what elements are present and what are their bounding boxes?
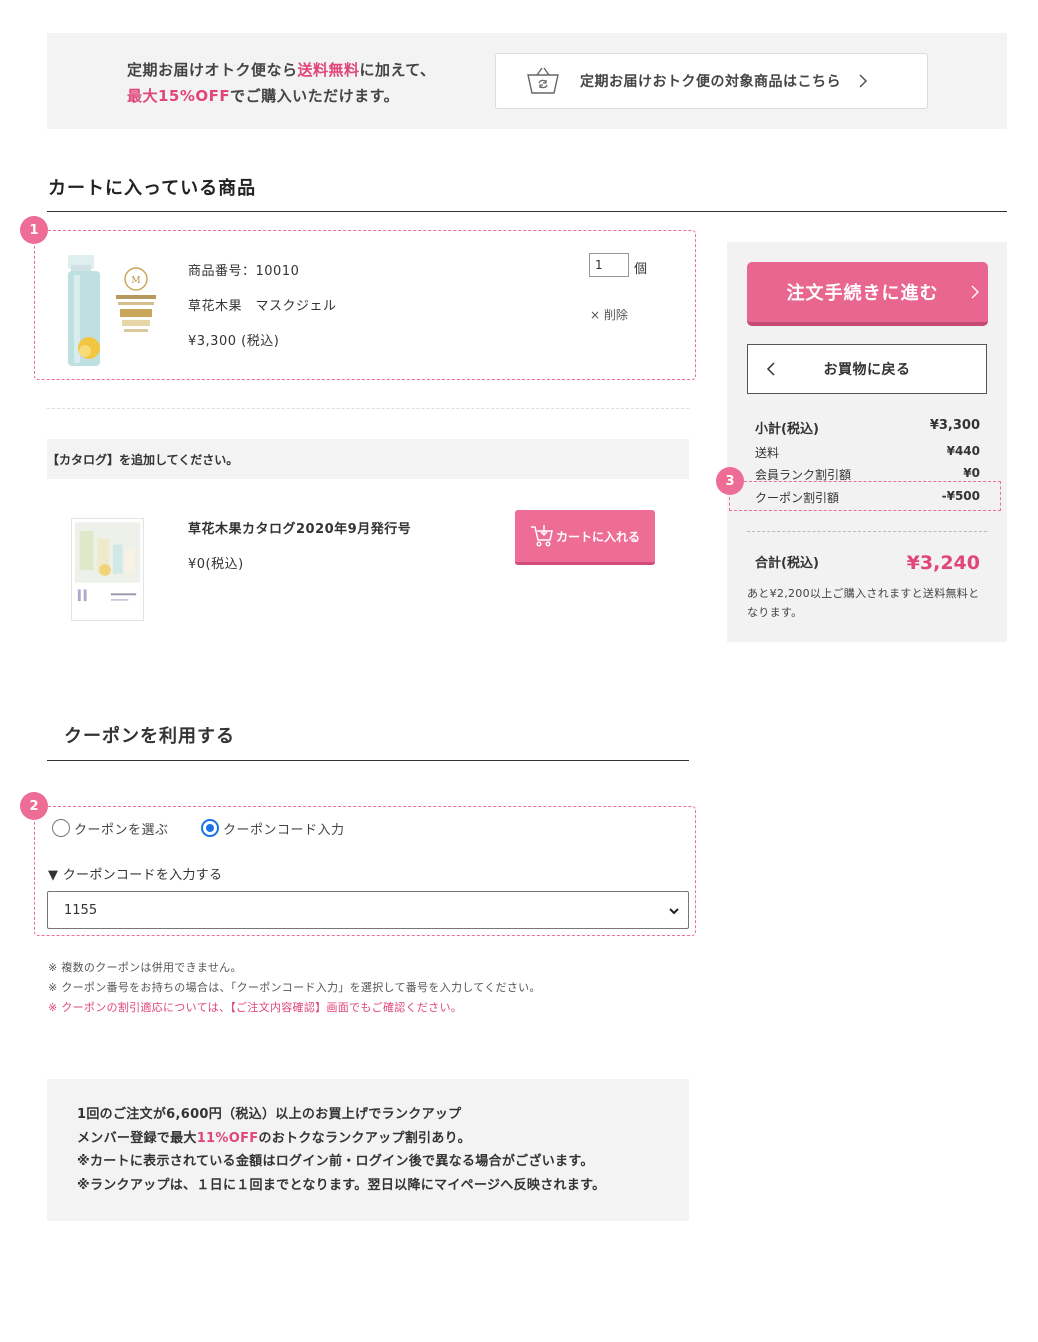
radio-select-coupon-label[interactable]: クーポンを選ぶ [74,819,169,838]
continue-shopping-button[interactable]: お買物に戻る [747,344,987,394]
add-to-cart-button[interactable]: カートに入れる [515,510,655,565]
coupon-discount-value: -¥500 [941,489,980,503]
item-divider [47,408,689,409]
rank-line-2a: メンバー登録で最大 [77,1130,197,1146]
radio-coupon-code[interactable] [201,819,219,837]
annotation-marker-1: 1 [20,216,48,244]
coupon-discount-label: クーポン割引額 [755,491,840,505]
coupon-note-1: ※ 複数のクーポンは併用できません。 [48,961,242,974]
proceed-to-checkout-button[interactable]: 注文手続きに進む [747,262,988,326]
catalog-header-text: 【カタログ】を追加してください。 [47,453,239,467]
annotation-marker-2: 2 [20,792,48,820]
coupon-title: クーポンを利用する [64,726,235,747]
product-number: 商品番号：10010 [188,264,300,279]
promo-line2-text: でご購入いただけます。 [230,87,400,105]
basket-icon [527,67,559,94]
catalog-price: ¥0(税込) [188,557,244,572]
promo-line1-end: に加えて、 [359,61,436,79]
rank-line-2c: のおトクなランクアップ割引あり。 [258,1130,471,1146]
shipping-value: ¥440 [946,444,980,458]
subtotal-row: 小計(税込) ¥3,300 [755,418,980,437]
product-image: M [68,255,156,366]
continue-shopping-label: お買物に戻る [823,362,911,378]
shipping-label: 送料 [755,446,780,460]
promo-line1-text: 定期お届けオトク便なら [127,61,298,79]
radio-coupon-code-label[interactable]: クーポンコード入力 [223,819,345,838]
rank-line-4: ※ランクアップは、１日に１回までとなります。翌日以降にマイページへ反映されます。 [77,1177,606,1193]
subscription-products-link[interactable]: 定期お届けおトク便の対象商品はこちら [495,53,928,109]
promo-discount: 最大15%OFF [127,87,231,105]
coupon-note-2: ※ クーポン番号をお持ちの場合は、「クーポンコード入力」を選択して番号を入力して… [48,981,541,994]
product-name[interactable]: 草花木果 マスクジェル [188,295,337,314]
coupon-title-divider [47,760,689,761]
subtotal-value: ¥3,300 [929,418,980,433]
catalog-header: 【カタログ】を追加してください。 [47,439,689,479]
chevron-right-icon [859,74,868,88]
coupon-note-3: ※ クーポンの割引適応については、【ご注文内容確認】画面でもご確認ください。 [48,1001,463,1014]
subscription-link-label: 定期お届けおトク便の対象商品はこちら [580,74,841,90]
subtotal-label: 小計(税込) [755,422,819,437]
free-shipping-note: あと¥2,200以上ご購入されますと送料無料となります。 [747,587,980,619]
chevron-right-icon [971,285,979,299]
coupon-notes: ※ 複数のクーポンは併用できません。 ※ クーポン番号をお持ちの場合は、「クーポ… [48,958,541,1018]
coupon-code-label: ▼ クーポンコードを入力する [48,868,223,883]
summary-divider [747,531,987,532]
rank-up-text: 1回のご注文が6,600円（税込）以上のお買上げでランクアップ メンバー登録で最… [77,1103,605,1197]
product-price: ¥3,300 (税込) [188,334,280,349]
delete-item-button[interactable]: × 削除 [590,306,628,323]
shipping-row: 送料 ¥440 [755,444,980,461]
annotation-marker-3: 3 [716,467,744,495]
quantity-unit: 個 [634,262,648,277]
catalog-image [71,518,144,621]
quantity-input[interactable] [589,253,629,277]
chevron-down-icon [669,908,679,915]
cart-title-divider [47,211,1007,212]
add-to-cart-label: カートに入れる [555,529,640,544]
checkout-button-label: 注文手続きに進む [786,283,939,304]
rank-up-info: 1回のご注文が6,600円（税込）以上のお買上げでランクアップ メンバー登録で最… [47,1079,689,1221]
svg-text:M: M [131,276,140,286]
coupon-code-value: 1155 [64,903,98,918]
coupon-code-select[interactable]: 1155 [47,891,689,929]
promo-banner: 定期お届けオトク便なら送料無料に加えて、 最大15%OFFでご購入いただけます。… [47,33,1007,129]
total-value: ¥3,240 [906,552,980,574]
total-label: 合計(税込) [755,556,819,571]
rank-discount-percent: 11%OFF [196,1130,259,1146]
catalog-name: 草花木果カタログ2020年9月発行号 [188,522,412,537]
promo-free-shipping: 送料無料 [297,61,360,79]
cart-icon [530,525,553,547]
coupon-discount-row: クーポン割引額 -¥500 [755,489,980,506]
rank-line-3: ※カートに表示されている金額はログイン前・ログイン後で異なる場合がございます。 [77,1154,594,1169]
cart-title: カートに入っている商品 [48,178,257,199]
promo-text: 定期お届けオトク便なら送料無料に加えて、 最大15%OFFでご購入いただけます。 [127,57,436,109]
rank-line-1: 1回のご注文が6,600円（税込）以上のお買上げでランクアップ [77,1107,462,1122]
chevron-left-icon [766,362,775,376]
radio-select-coupon[interactable] [52,819,70,837]
